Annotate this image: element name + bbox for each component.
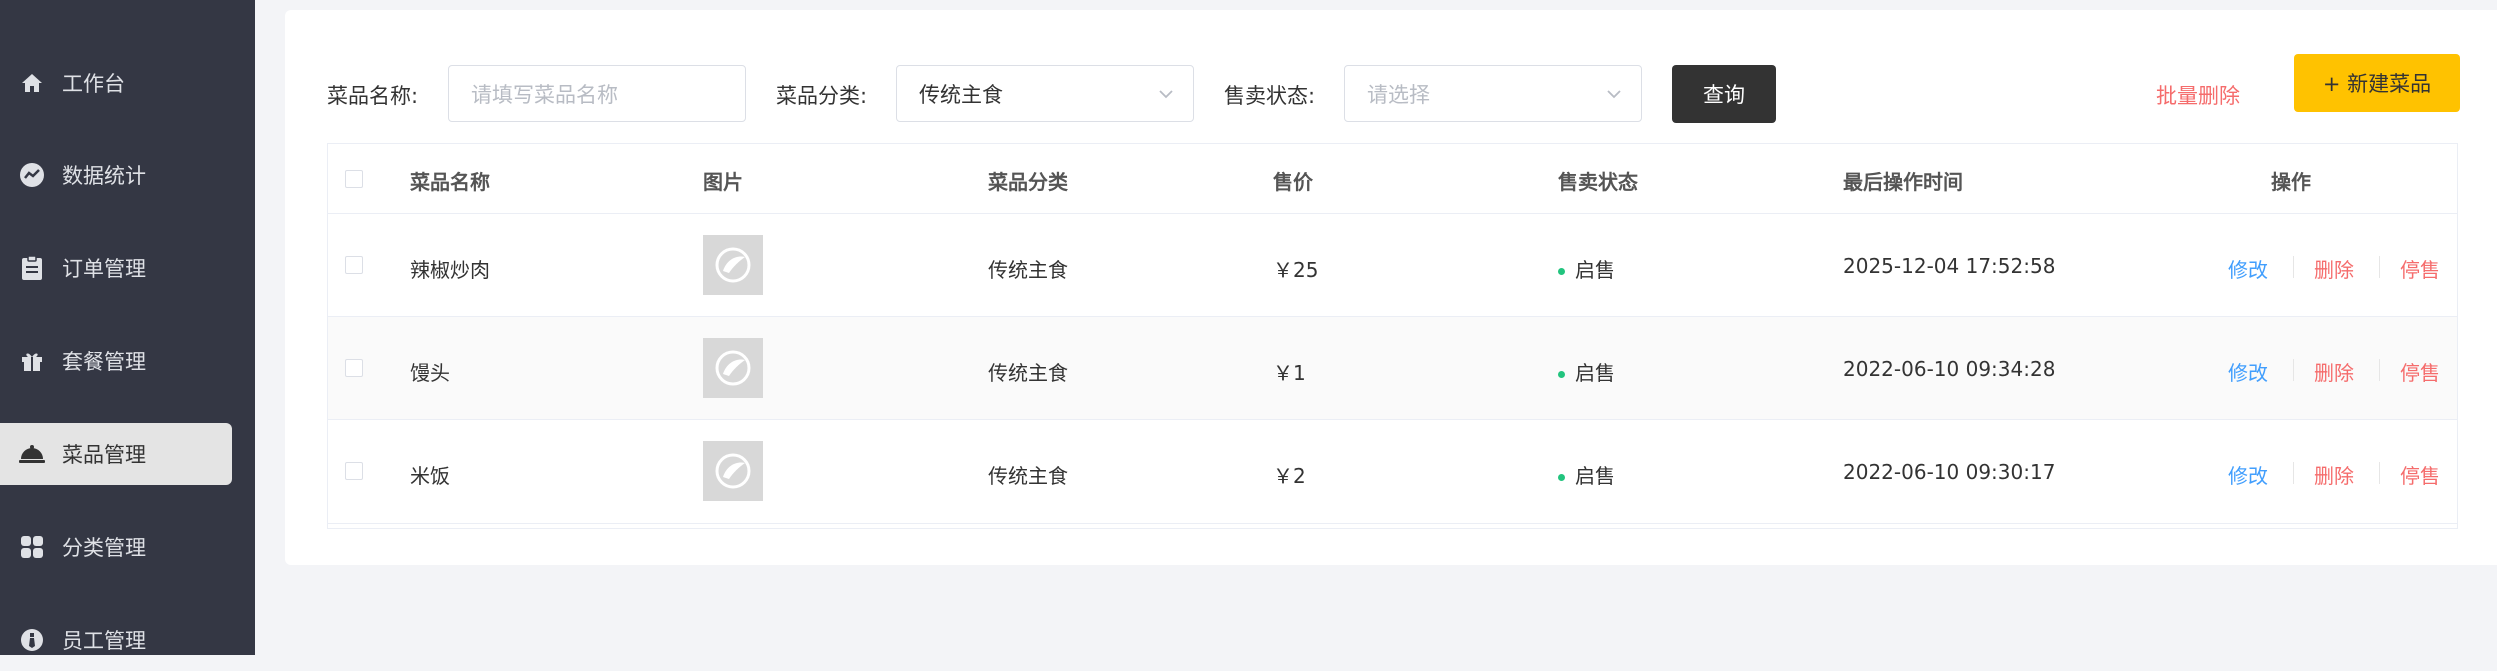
sidebar-item-label: 数据统计 — [62, 164, 146, 188]
leaf-logo-icon — [715, 453, 751, 489]
sale-status-placeholder: 请选择 — [1367, 82, 1430, 107]
dish-image — [703, 441, 763, 501]
row-checkbox[interactable] — [345, 256, 363, 274]
delete-button[interactable]: 删除 — [2314, 460, 2354, 489]
leaf-logo-icon — [715, 350, 751, 386]
status-dot-icon — [1558, 474, 1565, 481]
updated-time: 2025-12-04 17:52:58 — [1843, 254, 2056, 278]
header-category: 菜品分类 — [988, 170, 1068, 194]
sidebar-item-label: 员工管理 — [62, 629, 146, 653]
divider — [2379, 256, 2380, 278]
stop-sale-button[interactable]: 停售 — [2400, 254, 2440, 283]
dish-image — [703, 338, 763, 398]
gift-icon — [18, 347, 46, 375]
divider — [2293, 256, 2294, 278]
table-row: 辣椒炒肉 传统主食 ￥25 启售 2025-12-04 17:52:58 修改 … — [328, 214, 2457, 317]
new-dish-button[interactable]: + 新建菜品 — [2294, 54, 2460, 112]
sidebar: 工作台 数据统计 订单管理 套餐管理 菜品管理 分类管理 员工管理 — [0, 0, 255, 655]
dish-category: 传统主食 — [988, 361, 1068, 385]
row-checkbox[interactable] — [345, 462, 363, 480]
row-checkbox[interactable] — [345, 359, 363, 377]
sidebar-item-combos[interactable]: 套餐管理 — [0, 330, 232, 392]
sale-status-label: 售卖状态: — [1224, 84, 1316, 108]
edit-button[interactable]: 修改 — [2228, 254, 2268, 283]
status-dot-icon — [1558, 268, 1565, 275]
chart-icon — [18, 161, 46, 189]
status-badge: 启售 — [1558, 357, 1615, 386]
dish-category-select[interactable]: 传统主食 — [896, 65, 1194, 122]
header-image: 图片 — [703, 170, 743, 194]
header-price: 售价 — [1273, 170, 1313, 194]
dish-name: 米饭 — [410, 464, 450, 488]
updated-time: 2022-06-10 09:30:17 — [1843, 460, 2056, 484]
dish-management-panel: 菜品名称: 请填写菜品名称 菜品分类: 传统主食 售卖状态: 请选择 查询 批量… — [285, 10, 2497, 565]
dish-name-label: 菜品名称: — [327, 84, 419, 108]
sidebar-item-statistics[interactable]: 数据统计 — [0, 144, 232, 206]
dish-name: 辣椒炒肉 — [410, 258, 490, 282]
dish-category-value: 传统主食 — [919, 82, 1003, 107]
sidebar-item-dishes[interactable]: 菜品管理 — [0, 423, 232, 485]
stop-sale-button[interactable]: 停售 — [2400, 460, 2440, 489]
header-updated: 最后操作时间 — [1843, 170, 1963, 194]
dish-price: ￥25 — [1273, 258, 1319, 282]
select-all-checkbox[interactable] — [345, 170, 363, 188]
cloche-icon — [18, 440, 46, 468]
dish-category: 传统主食 — [988, 464, 1068, 488]
status-text: 启售 — [1575, 361, 1615, 385]
query-button[interactable]: 查询 — [1672, 65, 1776, 123]
status-badge: 启售 — [1558, 254, 1615, 283]
chevron-down-icon — [1157, 84, 1175, 108]
edit-button[interactable]: 修改 — [2228, 460, 2268, 489]
table-row: 馒头 传统主食 ￥1 启售 2022-06-10 09:34:28 修改 删除 … — [328, 317, 2457, 420]
status-text: 启售 — [1575, 258, 1615, 282]
sidebar-item-label: 菜品管理 — [62, 443, 146, 467]
divider — [2293, 359, 2294, 381]
clipboard-icon — [18, 254, 46, 282]
header-status: 售卖状态 — [1558, 170, 1638, 194]
chevron-down-icon — [1605, 84, 1623, 108]
table-row: 米饭 传统主食 ￥2 启售 2022-06-10 09:30:17 修改 删除 … — [328, 420, 2457, 524]
dish-table: 菜品名称 图片 菜品分类 售价 售卖状态 最后操作时间 操作 辣椒炒肉 传统主食… — [327, 143, 2458, 529]
edit-button[interactable]: 修改 — [2228, 357, 2268, 386]
header-dish-name: 菜品名称 — [410, 170, 490, 194]
grid-icon — [18, 533, 46, 561]
status-text: 启售 — [1575, 464, 1615, 488]
table-header: 菜品名称 图片 菜品分类 售价 售卖状态 最后操作时间 操作 — [328, 144, 2457, 214]
dish-category-label: 菜品分类: — [776, 84, 868, 108]
dish-image — [703, 235, 763, 295]
leaf-logo-icon — [715, 247, 751, 283]
sidebar-item-employees[interactable]: 员工管理 — [0, 609, 232, 671]
dish-name-input[interactable]: 请填写菜品名称 — [448, 65, 746, 122]
sidebar-item-label: 分类管理 — [62, 536, 146, 560]
dish-category: 传统主食 — [988, 258, 1068, 282]
divider — [2379, 359, 2380, 381]
sidebar-item-orders[interactable]: 订单管理 — [0, 237, 232, 299]
divider — [2379, 462, 2380, 484]
divider — [2293, 462, 2294, 484]
dish-price: ￥1 — [1273, 361, 1306, 385]
sidebar-item-label: 订单管理 — [62, 257, 146, 281]
sidebar-item-categories[interactable]: 分类管理 — [0, 516, 232, 578]
updated-time: 2022-06-10 09:34:28 — [1843, 357, 2056, 381]
status-dot-icon — [1558, 371, 1565, 378]
delete-button[interactable]: 删除 — [2314, 254, 2354, 283]
delete-button[interactable]: 删除 — [2314, 357, 2354, 386]
sidebar-item-label: 工作台 — [62, 72, 125, 96]
dish-price: ￥2 — [1273, 464, 1306, 488]
home-icon — [18, 69, 46, 97]
employee-icon — [18, 626, 46, 654]
sidebar-item-label: 套餐管理 — [62, 350, 146, 374]
sidebar-item-workbench[interactable]: 工作台 — [0, 52, 232, 114]
dish-name-placeholder: 请填写菜品名称 — [471, 82, 618, 107]
stop-sale-button[interactable]: 停售 — [2400, 357, 2440, 386]
sale-status-select[interactable]: 请选择 — [1344, 65, 1642, 122]
dish-name: 馒头 — [410, 361, 450, 385]
header-operations: 操作 — [2271, 170, 2311, 194]
status-badge: 启售 — [1558, 460, 1615, 489]
batch-delete-button[interactable]: 批量删除 — [2156, 80, 2240, 110]
